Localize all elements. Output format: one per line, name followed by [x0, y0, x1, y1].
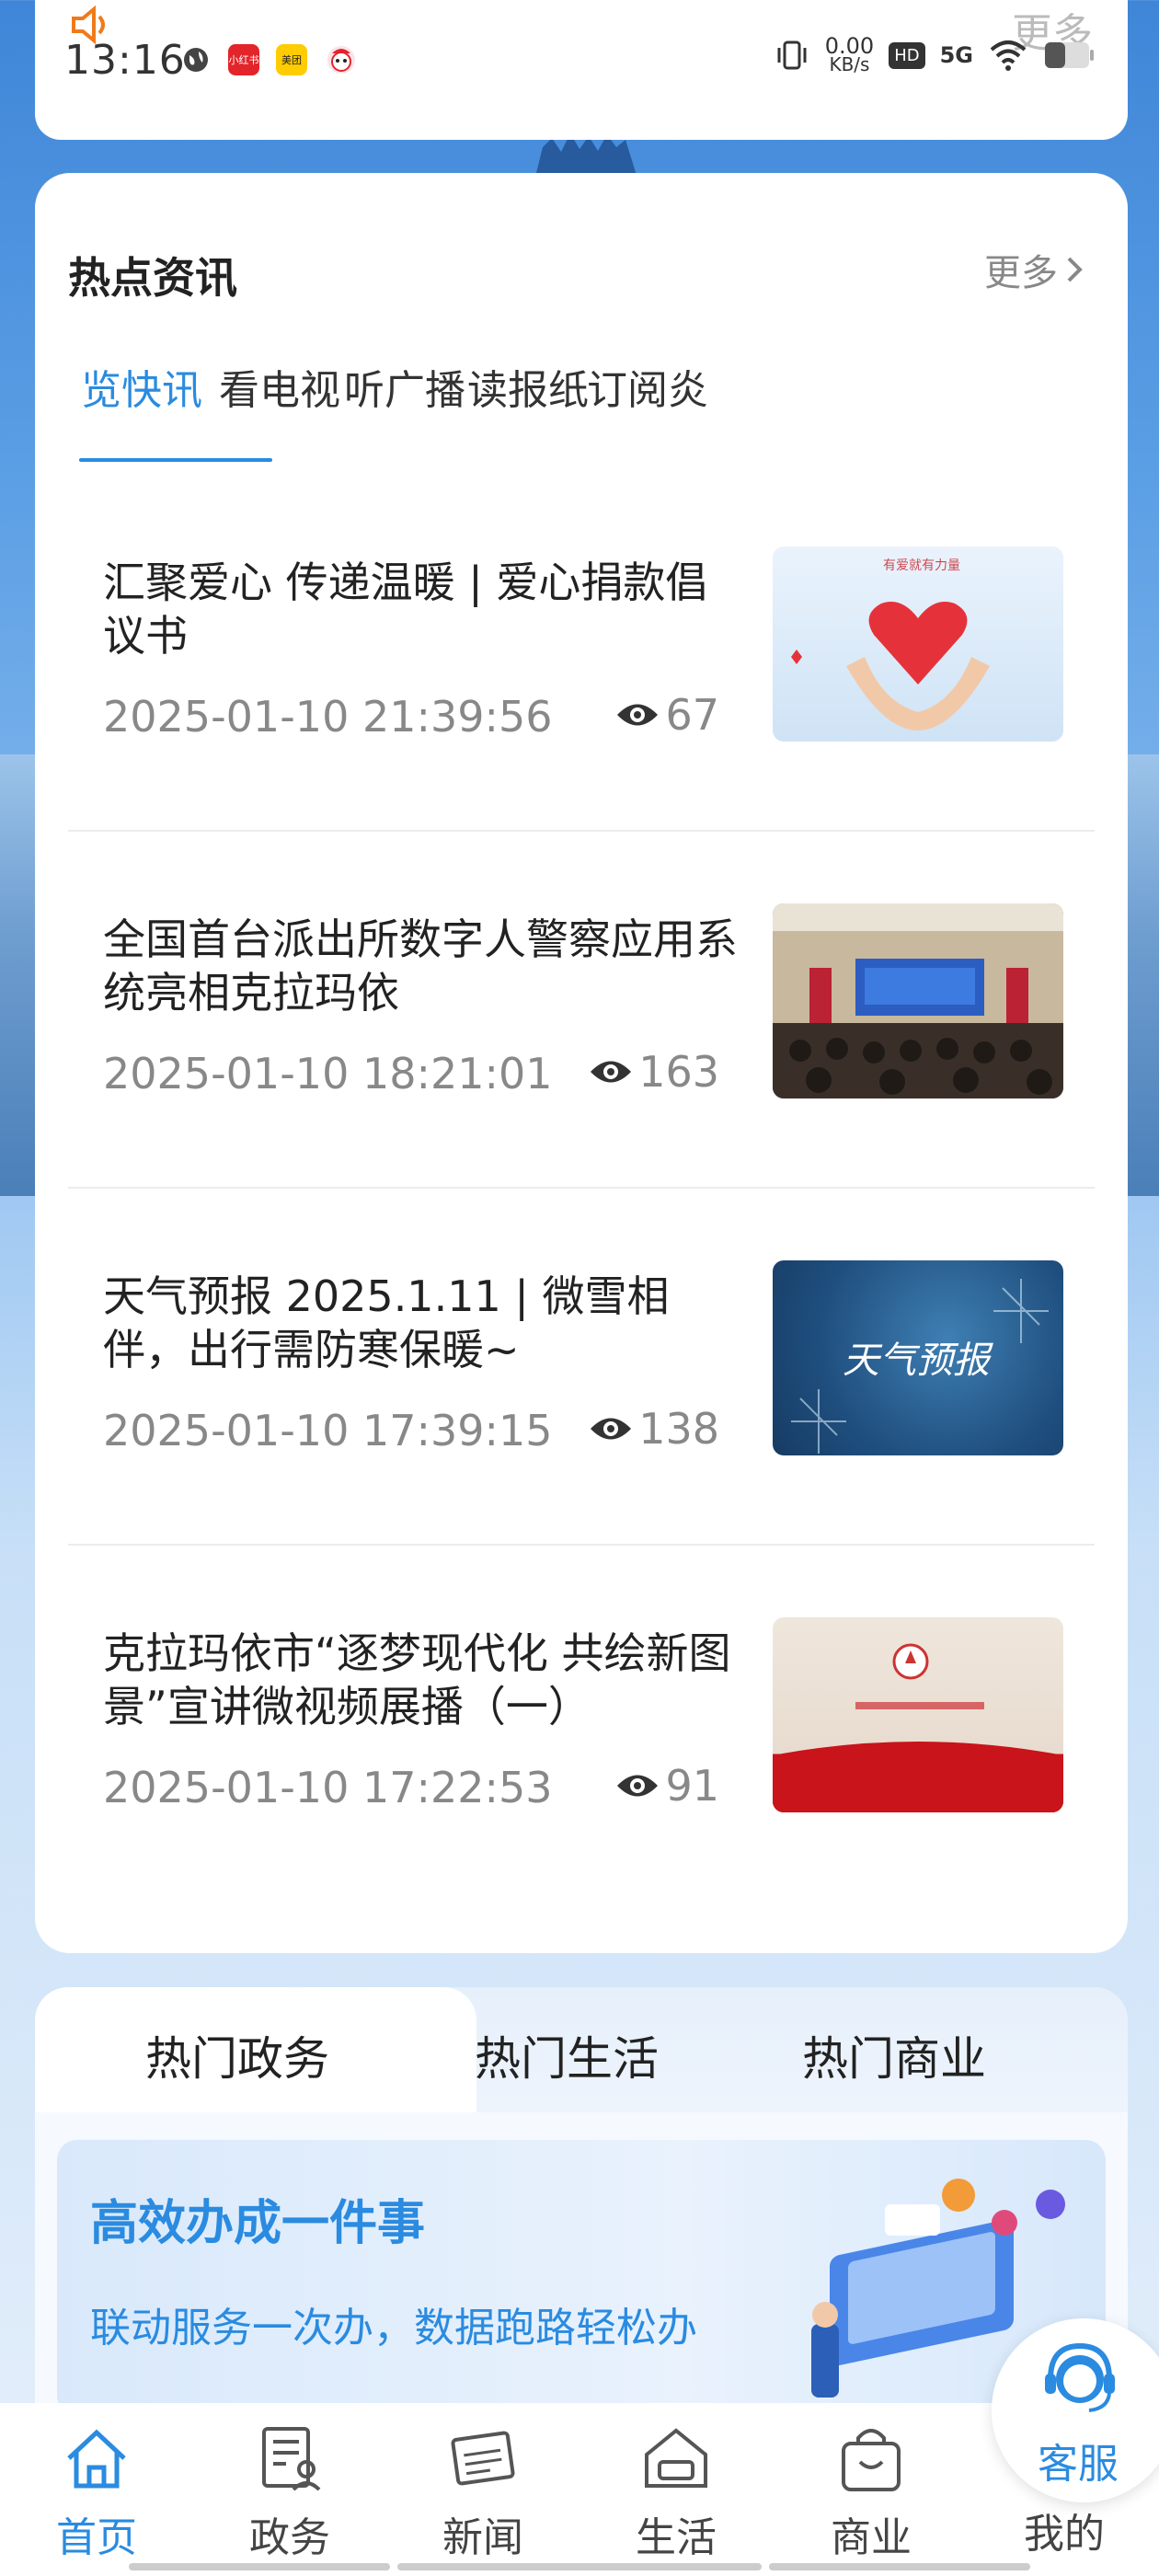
speed-unit: KB/s	[829, 53, 870, 75]
news-date: 2025-01-10 18:21:01	[103, 1049, 553, 1098]
video-poster-image	[773, 1643, 1063, 1812]
news-views: 163	[589, 1047, 719, 1097]
news-title: 天气预报 2025.1.11 | 微雪相伴，出行需防寒保暖~	[103, 1271, 670, 1374]
tab-radio[interactable]: 听广播	[344, 357, 465, 458]
background-scenery-left	[0, 754, 37, 1196]
news-title: 克拉玛依市“逐梦现代化 共绘新图景”宣讲微视频展播（一）	[103, 1628, 731, 1731]
conference-hall-image	[773, 903, 1063, 1098]
news-views: 67	[615, 690, 719, 740]
news-thumbnail: 有爱就有力量	[773, 546, 1063, 742]
nav-home-label: 首页	[56, 2514, 137, 2561]
tab-hot-business[interactable]: 热门商业	[802, 2022, 986, 2088]
news-thumbnail	[773, 903, 1063, 1098]
tab-tv[interactable]: 看电视	[219, 357, 340, 458]
battery-icon	[1045, 42, 1094, 68]
news-thumbnail	[773, 1617, 1063, 1812]
hot-body: 高效办成一件事 联动服务一次办，数据跑路轻松办	[35, 2112, 1128, 2416]
status-time: 13:16	[64, 37, 186, 84]
headset-agent-icon	[1045, 2342, 1115, 2412]
news-title: 全国首台派出所数字人警察应用系统亮相克拉玛依	[103, 914, 738, 1018]
thumb-caption: 有爱就有力量	[883, 558, 960, 573]
hot-section: 热门政务 热门生活 热门商业 高效办成一件事 联动服务一次办，数据跑路轻松办	[35, 1987, 1128, 2416]
status-bar: 13:16 小红书 美团 更多 0.00 KB/s HD 5G	[0, 0, 1159, 120]
news-thumbnail: 天气预报	[773, 1260, 1063, 1455]
nav-government[interactable]: 政务	[221, 2421, 359, 2563]
newspaper-icon	[451, 2431, 515, 2486]
news-date: 2025-01-10 17:22:53	[103, 1763, 553, 1812]
eye-icon	[617, 704, 659, 726]
eye-icon	[591, 1418, 632, 1440]
views-count: 138	[638, 1404, 719, 1454]
nav-news[interactable]: 新闻	[414, 2421, 552, 2563]
wifi-icon	[990, 40, 1027, 71]
service-banner[interactable]: 高效办成一件事 联动服务一次办，数据跑路轻松办	[57, 2140, 1106, 2416]
customer-service-label: 客服	[1038, 2441, 1119, 2488]
news-item[interactable]: 克拉玛依市“逐梦现代化 共绘新图景”宣讲微视频展播（一） 2025-01-10 …	[68, 1546, 1095, 1903]
views-count: 163	[638, 1047, 719, 1097]
more-link[interactable]: 更多	[984, 243, 1087, 296]
mascot-app-icon	[327, 46, 355, 74]
chevron-right-icon	[1067, 257, 1083, 282]
network-type: 5G	[939, 42, 973, 68]
home-indicator	[397, 2563, 762, 2570]
house-sofa-icon	[645, 2428, 707, 2488]
more-label: 更多	[984, 252, 1058, 294]
hot-tabs: 热门政务 热门生活 热门商业	[35, 1987, 1128, 2116]
nav-business[interactable]: 商业	[802, 2421, 940, 2563]
news-date: 2025-01-10 21:39:56	[103, 692, 553, 742]
tab-subscribe[interactable]: 订阅炎	[587, 357, 708, 458]
nav-news-label: 新闻	[442, 2514, 523, 2561]
heart-hands-image	[791, 602, 990, 730]
eye-icon	[591, 1061, 632, 1083]
hd-badge: HD	[889, 41, 925, 69]
shopping-bag-icon	[842, 2429, 901, 2491]
news-date: 2025-01-10 17:39:15	[103, 1406, 553, 1455]
nav-business-label: 商业	[831, 2514, 912, 2561]
news-item[interactable]: 全国首台派出所数字人警察应用系统亮相克拉玛依 2025-01-10 18:21:…	[68, 832, 1095, 1189]
news-views: 138	[589, 1404, 719, 1454]
vibrate-icon	[777, 40, 807, 70]
tab-underline	[79, 458, 272, 462]
banner-subtitle: 联动服务一次办，数据跑路轻松办	[90, 2305, 697, 2352]
tab-newspaper[interactable]: 读报纸	[467, 357, 589, 458]
tab-hot-life[interactable]: 热门生活	[475, 2022, 659, 2088]
news-title: 汇聚爱心 传递温暖 | 爱心捐款倡议书	[103, 558, 708, 661]
tab-kuaixun[interactable]: 览快讯	[81, 357, 202, 458]
status-indicators: 0.00 KB/s HD 5G	[774, 33, 1095, 75]
network-speed: 0.00 KB/s	[824, 33, 875, 75]
section-title: 热点资讯	[68, 253, 237, 303]
views-count: 67	[665, 690, 719, 740]
eye-icon	[617, 1775, 659, 1797]
xiaohongshu-app-icon: 小红书	[228, 44, 259, 75]
nav-home[interactable]: 首页	[28, 2421, 166, 2563]
news-tabs: 览快讯 看电视 听广播 读报纸 订阅炎	[35, 357, 1128, 458]
views-count: 91	[665, 1761, 719, 1811]
meituan-app-icon: 美团	[276, 44, 307, 75]
news-card: 热点资讯 更多 览快讯 看电视 听广播 读报纸 订阅炎 汇聚爱心 传递温暖 | …	[35, 173, 1128, 1953]
nav-mine-label: 我的	[1024, 2511, 1105, 2558]
thumb-caption: 天气预报	[843, 1340, 990, 1382]
bottom-nav: 首页 政务 新闻 生活 商业 我的	[0, 2403, 1159, 2576]
news-item[interactable]: 汇聚爱心 传递温暖 | 爱心捐款倡议书 2025-01-10 21:39:56 …	[68, 475, 1095, 832]
home-indicator	[769, 2563, 1030, 2570]
nav-life-label: 生活	[636, 2514, 717, 2561]
tab-hot-government[interactable]: 热门政务	[145, 2022, 329, 2088]
nav-government-label: 政务	[249, 2514, 330, 2561]
news-views: 91	[615, 1761, 719, 1811]
home-icon	[67, 2429, 126, 2489]
nav-life[interactable]: 生活	[607, 2421, 745, 2563]
background-scenery-right	[1122, 754, 1159, 1196]
news-item[interactable]: 天气预报 2025.1.11 | 微雪相伴，出行需防寒保暖~ 2025-01-1…	[68, 1189, 1095, 1546]
home-indicator	[129, 2563, 390, 2570]
speed-value: 0.00	[824, 33, 875, 59]
banner-title: 高效办成一件事	[90, 2196, 426, 2251]
document-person-icon	[262, 2427, 321, 2491]
globe-icon	[184, 48, 208, 72]
